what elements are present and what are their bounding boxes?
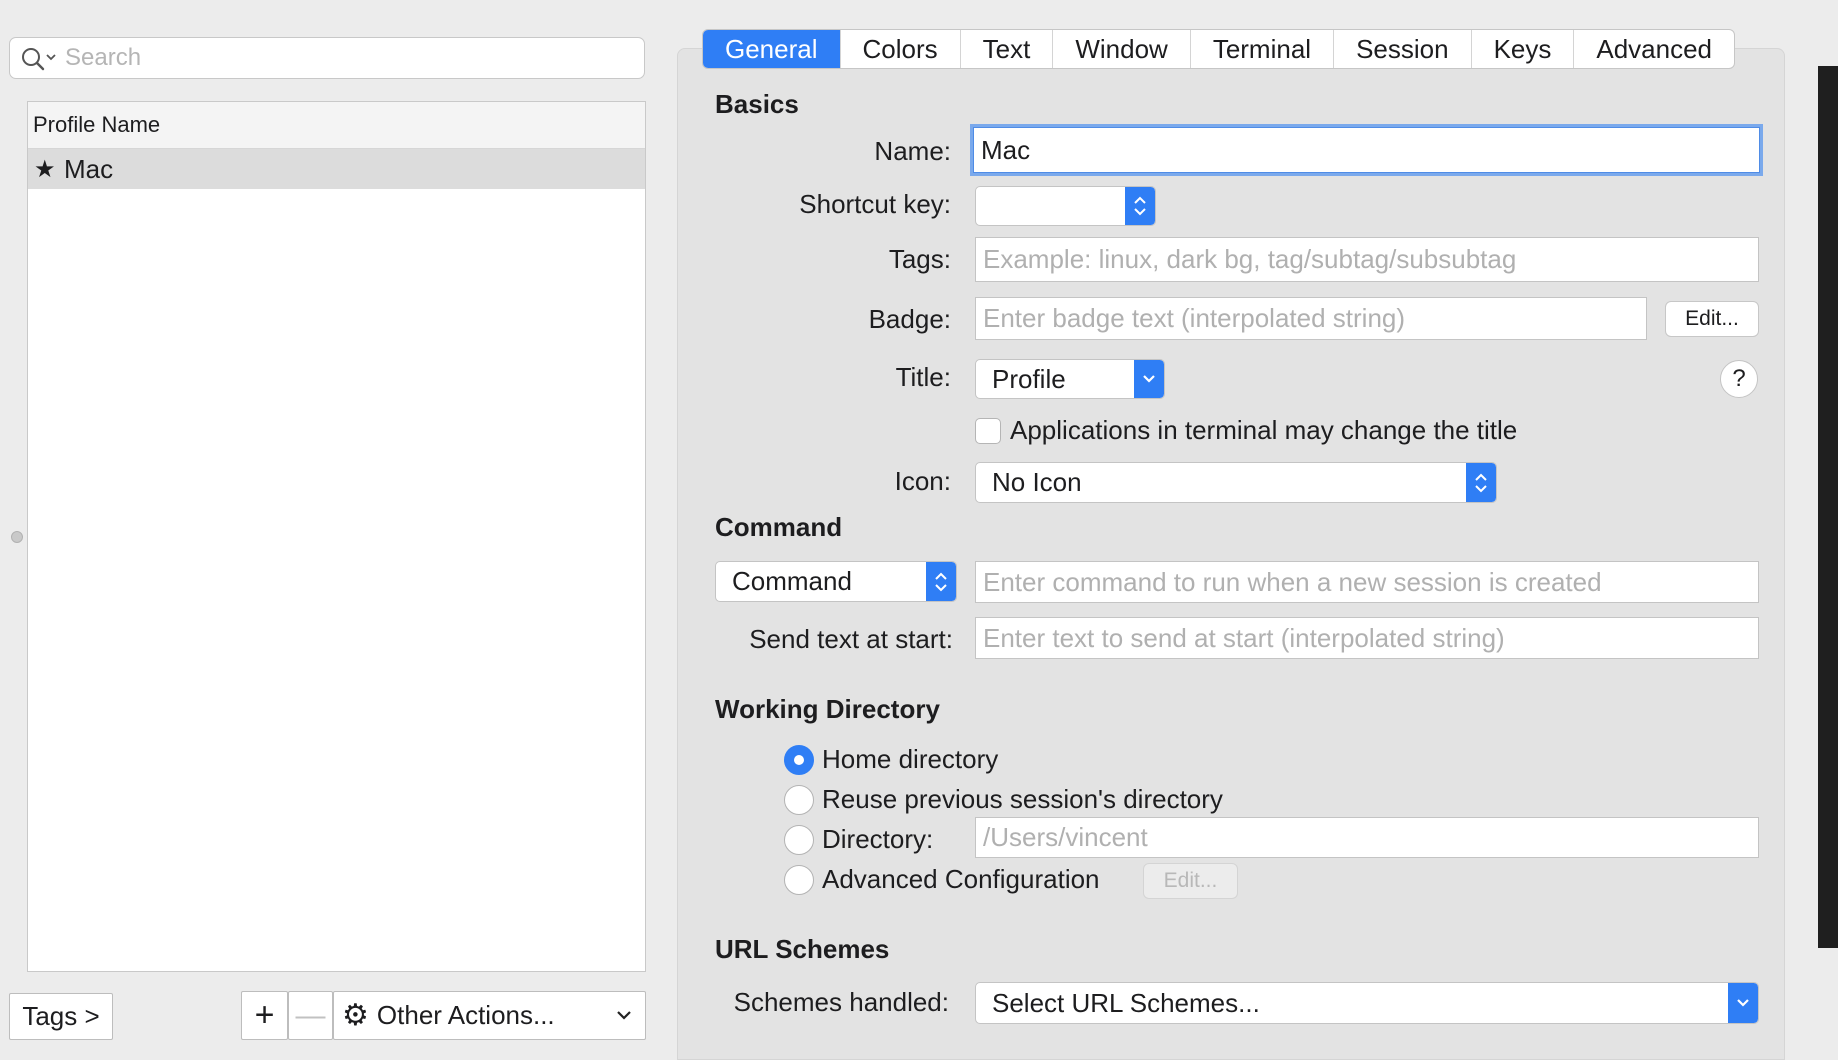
icon-value: No Icon: [992, 467, 1082, 497]
command-field[interactable]: Enter command to run when a new session …: [975, 561, 1759, 603]
radio-button[interactable]: [784, 864, 814, 895]
search-placeholder: Search: [65, 44, 142, 71]
title-label: Title:: [895, 362, 951, 392]
shortcut-key-label: Shortcut key:: [799, 189, 951, 219]
stepper-arrows-icon: [935, 572, 947, 591]
tab-general[interactable]: General: [703, 30, 841, 68]
apps-change-title-checkbox[interactable]: [975, 418, 1001, 444]
tab-terminal[interactable]: Terminal: [1191, 30, 1335, 68]
command-heading: Command: [715, 512, 843, 542]
tags-field[interactable]: Example: linux, dark bg, tag/subtag/subs…: [975, 237, 1759, 282]
title-value: Profile: [992, 363, 1066, 394]
help-button[interactable]: ?: [1720, 360, 1758, 398]
tab-advanced[interactable]: Advanced: [1574, 30, 1734, 68]
basics-heading: Basics: [715, 89, 799, 119]
remove-profile-button[interactable]: —: [288, 991, 333, 1040]
directory-field[interactable]: /Users/vincent: [975, 817, 1759, 858]
url-schemes-heading: URL Schemes: [715, 934, 890, 964]
stepper-arrows-icon: [1134, 196, 1146, 216]
tab-colors[interactable]: Colors: [841, 30, 961, 68]
apps-change-title-label: Applications in terminal may change the …: [1010, 415, 1518, 445]
chevron-down-icon: [1143, 375, 1155, 383]
radio-label: Home directory: [822, 744, 999, 774]
radio-button[interactable]: [784, 784, 814, 815]
other-actions-label: Other Actions...: [376, 1000, 555, 1030]
radio-button[interactable]: [784, 744, 814, 775]
working-directory-heading: Working Directory: [715, 694, 940, 724]
radio-label: Reuse previous session's directory: [822, 784, 1223, 814]
tags-toggle-button[interactable]: Tags >: [9, 993, 113, 1040]
profile-list[interactable]: Profile Name ★ Mac: [27, 101, 646, 972]
url-schemes-popup[interactable]: Select URL Schemes...: [975, 982, 1759, 1024]
name-field[interactable]: Mac: [970, 124, 1763, 176]
search-icon: [22, 48, 56, 71]
advanced-config-edit-button[interactable]: Edit...: [1143, 863, 1238, 899]
settings-tab-bar: General Colors Text Window Terminal Sess…: [702, 29, 1736, 69]
url-schemes-value: Select URL Schemes...: [992, 987, 1260, 1018]
command-type-popup[interactable]: Command: [715, 561, 957, 602]
add-profile-button[interactable]: +: [241, 991, 288, 1040]
icon-label: Icon:: [894, 466, 951, 496]
name-label: Name:: [874, 136, 951, 166]
icon-popup[interactable]: No Icon: [975, 462, 1497, 503]
stepper-arrows-icon: [1475, 473, 1487, 492]
background-window-edge: [1818, 66, 1838, 948]
title-popup[interactable]: Profile: [975, 359, 1165, 399]
badge-edit-button[interactable]: Edit...: [1665, 301, 1759, 337]
gear-icon: ⚙: [342, 998, 369, 1032]
other-actions-menu[interactable]: ⚙ Other Actions...: [333, 991, 646, 1040]
tags-label: Tags:: [888, 244, 951, 274]
chevron-down-icon: [1737, 999, 1749, 1007]
badge-field[interactable]: Enter badge text (interpolated string): [975, 297, 1647, 340]
tab-keys[interactable]: Keys: [1472, 30, 1575, 68]
chevron-down-icon: [617, 1011, 631, 1020]
tab-session[interactable]: Session: [1334, 30, 1472, 68]
star-icon: ★: [34, 155, 56, 183]
profile-row-mac[interactable]: ★ Mac: [28, 149, 645, 189]
schemes-handled-label: Schemes handled:: [733, 987, 949, 1017]
radio-home-directory[interactable]: Home directory: [784, 744, 998, 775]
radio-reuse-previous[interactable]: Reuse previous session's directory: [784, 784, 1223, 815]
split-view-handle[interactable]: [11, 531, 23, 543]
radio-label: Advanced Configuration: [822, 864, 1100, 894]
command-type-value: Command: [732, 566, 852, 596]
shortcut-key-popup[interactable]: [975, 186, 1156, 226]
radio-label: Directory:: [822, 824, 934, 854]
send-text-label: Send text at start:: [749, 624, 953, 654]
radio-directory[interactable]: Directory:: [784, 824, 933, 855]
radio-advanced-configuration[interactable]: Advanced Configuration: [784, 864, 1100, 895]
tab-window[interactable]: Window: [1053, 30, 1191, 68]
radio-button[interactable]: [784, 824, 814, 855]
profile-search-field[interactable]: Search: [9, 37, 645, 79]
profile-name-column-header[interactable]: Profile Name: [28, 102, 645, 149]
profile-name: Mac: [64, 153, 114, 184]
badge-label: Badge:: [868, 304, 951, 334]
send-text-field[interactable]: Enter text to send at start (interpolate…: [975, 617, 1759, 659]
tab-text[interactable]: Text: [961, 30, 1054, 68]
